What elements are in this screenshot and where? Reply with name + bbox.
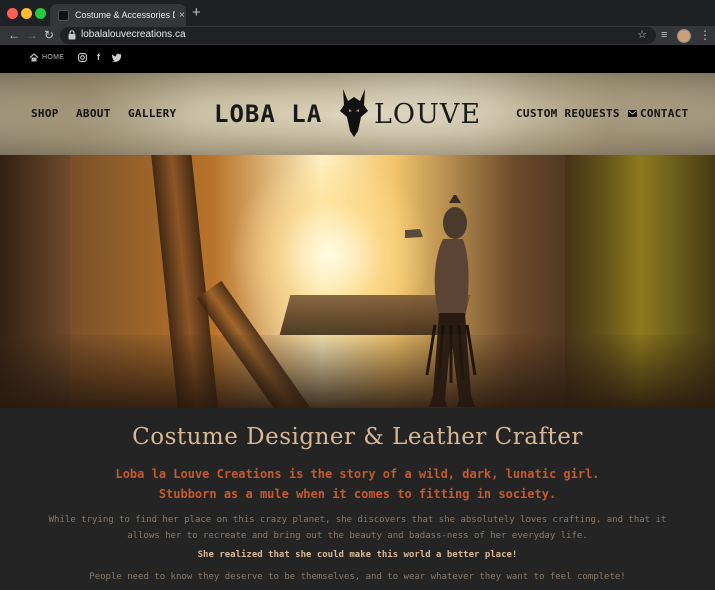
nav-about[interactable]: ABOUT [76,107,111,120]
forward-arrow-icon[interactable]: → [26,26,38,45]
site-header: SHOP ABOUT GALLERY LOBA LA LOUVE CUSTOM … [0,73,715,155]
tab-title: Costume & Accessories Design [75,10,175,20]
tagline-line-1: Loba la Louve Creations is the story of … [115,467,600,481]
favicon-icon [58,9,69,21]
closing-paragraph: People need to know they deserve to be t… [89,572,626,582]
facebook-icon[interactable]: f [97,52,100,62]
hero-floor-shadow [0,335,715,408]
profile-avatar[interactable] [677,29,691,43]
nav-gallery[interactable]: GALLERY [128,107,176,120]
browser-toolbar: ← → ↻ lobalalouvecreations.ca ☆ ≡ ⋮ [0,26,715,45]
site-top-bar: HOME f [0,45,715,73]
back-arrow-icon[interactable]: ← [8,26,20,45]
reload-icon[interactable]: ↻ [44,26,54,45]
close-window-button[interactable] [7,8,18,19]
highlight-paragraph: She realized that she could make this wo… [197,550,518,560]
home-link[interactable]: HOME [29,53,64,62]
minimize-window-button[interactable] [21,8,32,19]
maximize-window-button[interactable] [35,8,46,19]
nav-contact[interactable]: CONTACT [628,107,688,120]
nav-contact-label: CONTACT [640,107,689,120]
browser-tab[interactable]: Costume & Accessories Design × [50,4,186,26]
media-control-icon[interactable]: ≡ [661,26,667,45]
nav-shop[interactable]: SHOP [31,107,59,120]
new-tab-button[interactable]: + [192,5,201,21]
intro-paragraph: While trying to find her place on this c… [48,515,667,541]
instagram-icon[interactable] [78,53,87,62]
site-logo[interactable]: LOBA LA LOUVE [212,87,502,137]
logo-text-loba-la: LOBA LA [214,100,323,128]
intro-section: Costume Designer & Leather Crafter Loba … [0,408,715,590]
logo-text-louve: LOUVE [374,99,482,130]
tab-close-icon[interactable]: × [179,10,185,21]
browser-menu-icon[interactable]: ⋮ [699,26,711,45]
envelope-icon [628,110,637,117]
home-label: HOME [42,54,65,61]
nav-custom-requests[interactable]: CUSTOM REQUESTS [516,107,620,120]
twitter-icon[interactable] [112,53,122,62]
wolf-logo-icon [340,89,368,137]
home-icon [29,53,39,62]
url-text: lobalalouvecreations.ca [81,29,186,40]
address-bar[interactable]: lobalalouvecreations.ca ☆ [60,27,656,44]
tagline-line-2: Stubborn as a mule when it comes to fitt… [158,487,557,501]
hero-image [0,155,715,408]
lock-icon [68,30,76,40]
browser-tab-bar: Costume & Accessories Design × + [0,0,715,26]
bookmark-star-icon[interactable]: ☆ [637,28,647,41]
page-title: Costume Designer & Leather Crafter [132,424,583,450]
